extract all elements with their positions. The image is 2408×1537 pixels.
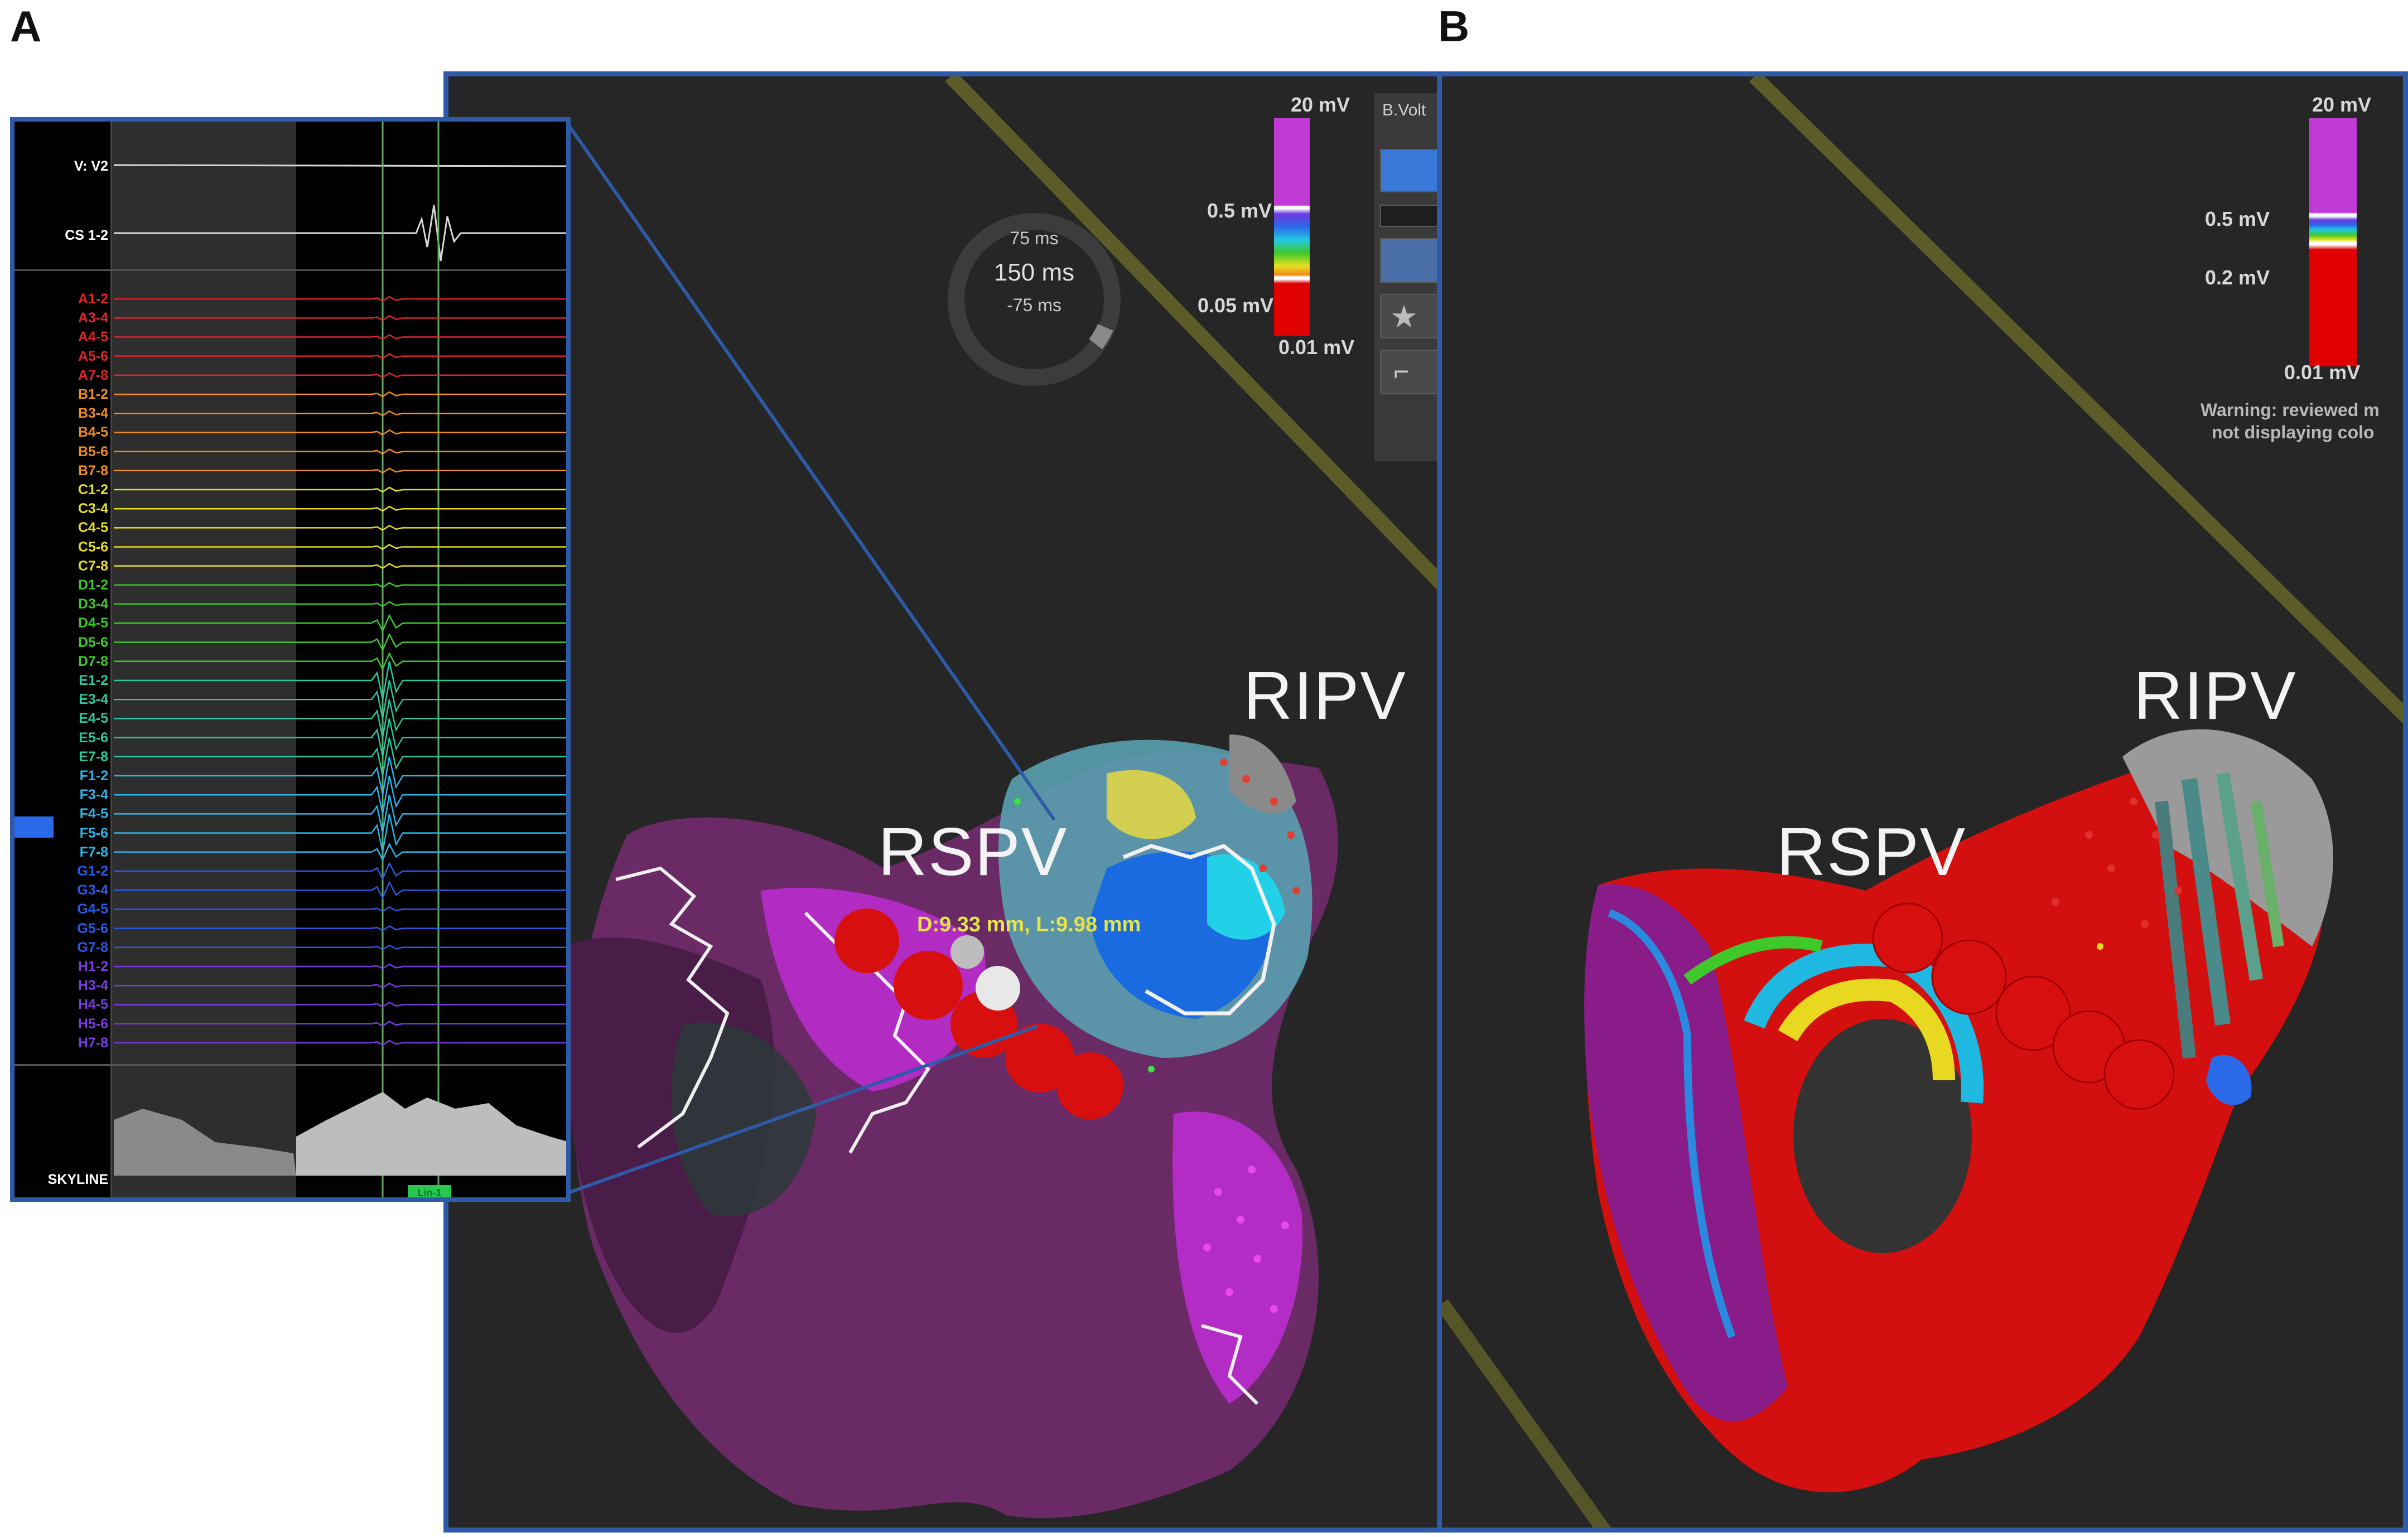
- map-slider-button[interactable]: [1380, 205, 1437, 227]
- channel-trace: [114, 814, 566, 852]
- channel-trace: [114, 718, 566, 757]
- cs-lead-trace: [114, 205, 566, 262]
- panel-a-viewport[interactable]: 75 ms 150 ms -75 ms 20 mV 0.5 mV 0.05 mV…: [443, 71, 1442, 1533]
- channel-trace: [114, 881, 566, 900]
- channel-trace: [114, 756, 566, 795]
- channel-trace: [114, 795, 566, 833]
- channel-trace: [114, 544, 566, 550]
- channel-trace: [114, 925, 566, 932]
- ripv-label-b: RIPV: [2134, 658, 2297, 733]
- channel-trace: [114, 680, 566, 719]
- channel-trace: [114, 410, 566, 417]
- channel-trace: [114, 1040, 566, 1046]
- channel-trace: [114, 632, 566, 652]
- signal-view-button[interactable]: [1380, 238, 1437, 283]
- channel-trace: [114, 651, 566, 671]
- scale-b-lower-label: 0.2 mV: [2205, 266, 2270, 289]
- scale-b-max-label: 20 mV: [2312, 93, 2372, 116]
- scale-min-label: 0.01 mV: [1278, 336, 1355, 359]
- channel-trace: [114, 963, 566, 970]
- channel-trace: [114, 982, 566, 989]
- catheter-view-button[interactable]: ⌐: [1380, 350, 1437, 394]
- channel-trace: [114, 661, 566, 700]
- channel-trace: [114, 391, 566, 398]
- channel-trace: [114, 944, 566, 951]
- channel-trace: [114, 334, 566, 340]
- channel-trace: [114, 613, 566, 633]
- favorite-button[interactable]: ★: [1380, 294, 1437, 339]
- star-icon: ★: [1390, 299, 1418, 334]
- rspv-label-b: RSPV: [1777, 814, 1967, 890]
- channel-trace: [114, 467, 566, 474]
- channel-trace: [114, 862, 566, 881]
- warning-line-2: not displaying colo: [2212, 422, 2375, 442]
- channel-trace: [114, 429, 566, 436]
- timing-marker-tag: Lin-1: [408, 1185, 451, 1197]
- ripv-label: RIPV: [1243, 658, 1407, 733]
- channel-trace: [114, 1021, 566, 1027]
- channel-trace: [114, 353, 566, 360]
- panel-letter-a: A: [10, 2, 42, 51]
- measurement-readout: D:9.33 mm, L:9.98 mm: [917, 913, 1141, 936]
- scale-b-min-label: 0.01 mV: [2284, 361, 2361, 384]
- scale-max-label: 20 mV: [1291, 93, 1350, 116]
- warning-line-1: Warning: reviewed m: [2201, 400, 2380, 420]
- channel-trace: [114, 601, 566, 607]
- voltage-scale-bar-b: [2309, 118, 2357, 366]
- surface-lead-trace: [113, 164, 566, 167]
- panel-b-map-graphic: [1442, 76, 2403, 1528]
- channel-trace: [114, 737, 566, 776]
- channel-trace: [114, 448, 566, 455]
- channel-trace: [114, 372, 566, 379]
- map-mode-button[interactable]: [1380, 149, 1437, 192]
- channel-trace: [114, 296, 566, 302]
- map-toolbar: B.Volt ★ ⌐: [1374, 93, 1437, 461]
- ring-top-label: 75 ms: [1010, 228, 1059, 248]
- channel-trace: [114, 1001, 566, 1008]
- selected-channel-highlight[interactable]: [15, 816, 54, 838]
- egm-traces: [113, 122, 566, 1197]
- voltage-scale-bar: [1274, 118, 1310, 336]
- scale-lower-label: 0.05 mV: [1198, 294, 1274, 317]
- panel-b-viewport[interactable]: 20 mV 0.5 mV 0.2 mV 0.01 mV Warning: rev…: [1437, 71, 2408, 1533]
- channel-trace: [114, 315, 566, 321]
- channel-trace: [114, 505, 566, 512]
- ring-bottom-label: -75 ms: [1007, 295, 1061, 315]
- catheter-icon: ⌐: [1393, 357, 1410, 386]
- panel-letter-b: B: [1438, 2, 1470, 51]
- skyline-area-pre: [114, 1109, 296, 1176]
- scale-b-upper-label: 0.5 mV: [2205, 207, 2270, 230]
- channel-trace: [114, 582, 566, 588]
- channel-trace: [114, 906, 566, 912]
- channel-trace: [114, 842, 566, 862]
- rspv-label: RSPV: [878, 814, 1068, 890]
- electrogram-panel[interactable]: V: V2 CS 1-2 SKYLINE A1-2 A3-4 A4-5 A5-6 A7-…: [10, 117, 571, 1202]
- channel-trace: [114, 563, 566, 569]
- channel-trace: [114, 775, 566, 814]
- channel-trace: [114, 524, 566, 531]
- channel-trace: [114, 699, 566, 738]
- ring-center-label: 150 ms: [993, 259, 1075, 286]
- scale-upper-label: 0.5 mV: [1207, 199, 1272, 222]
- channel-trace: [114, 486, 566, 493]
- skyline-area-window: [296, 1092, 566, 1176]
- map-view-label: B.Volt: [1382, 101, 1426, 119]
